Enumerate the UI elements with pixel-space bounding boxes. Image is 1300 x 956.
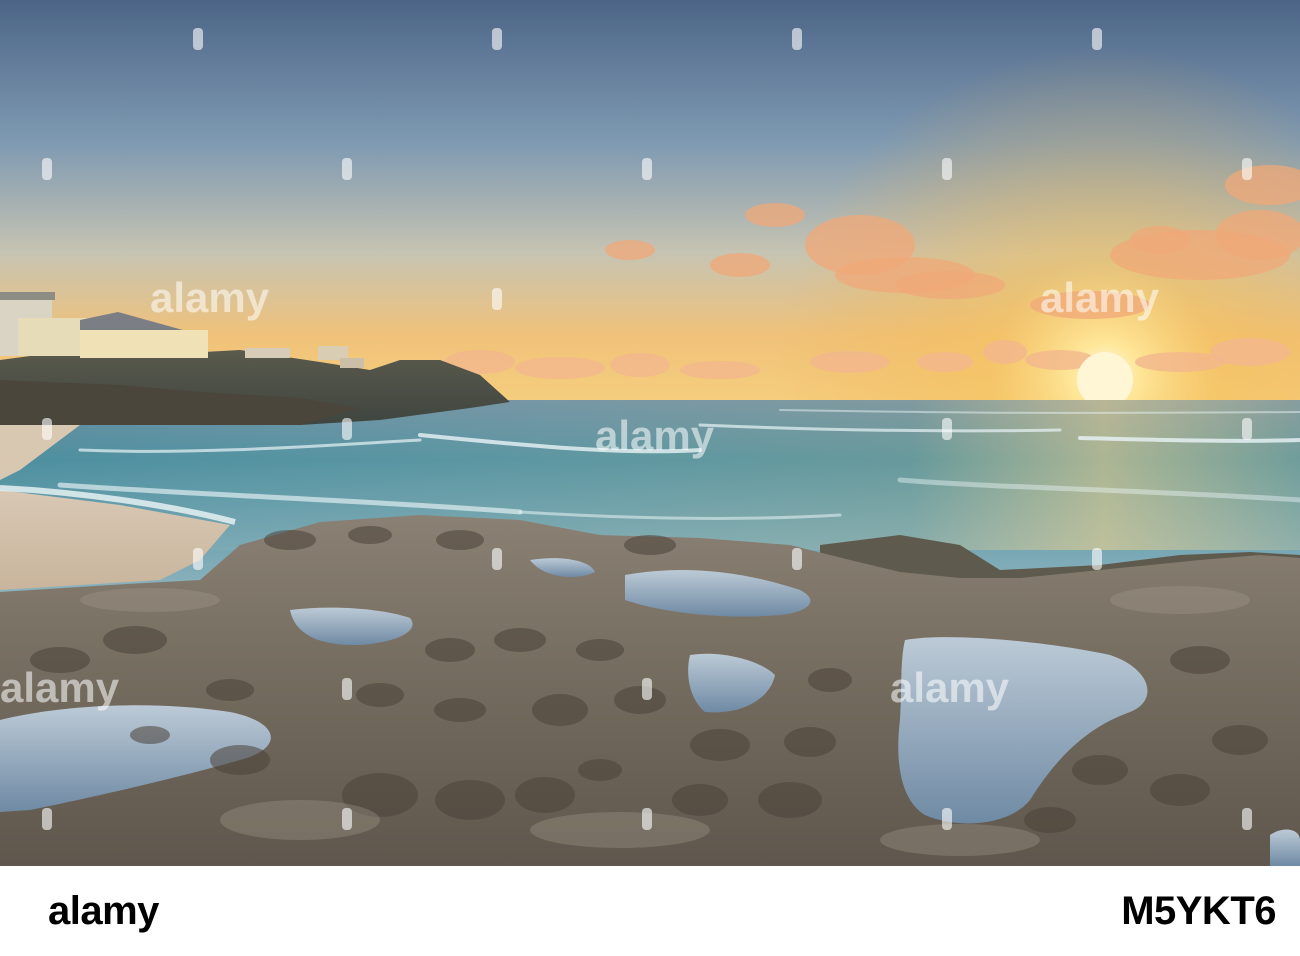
sun (1077, 352, 1133, 408)
image-id: M5YKT6 (1121, 889, 1276, 933)
watermark-text-4: alamy (0, 664, 120, 711)
footer-bar: alamy M5YKT6 (0, 866, 1300, 956)
watermark-text-2: alamy (1040, 274, 1160, 321)
watermark-text-1: alamy (150, 274, 270, 321)
beach-sunrise-photo: alamy alamy alamy alamy alamy (0, 0, 1300, 866)
watermark-text-5: alamy (890, 664, 1010, 711)
alamy-logo: alamy (48, 889, 159, 933)
watermark-text-3: alamy (595, 412, 715, 459)
